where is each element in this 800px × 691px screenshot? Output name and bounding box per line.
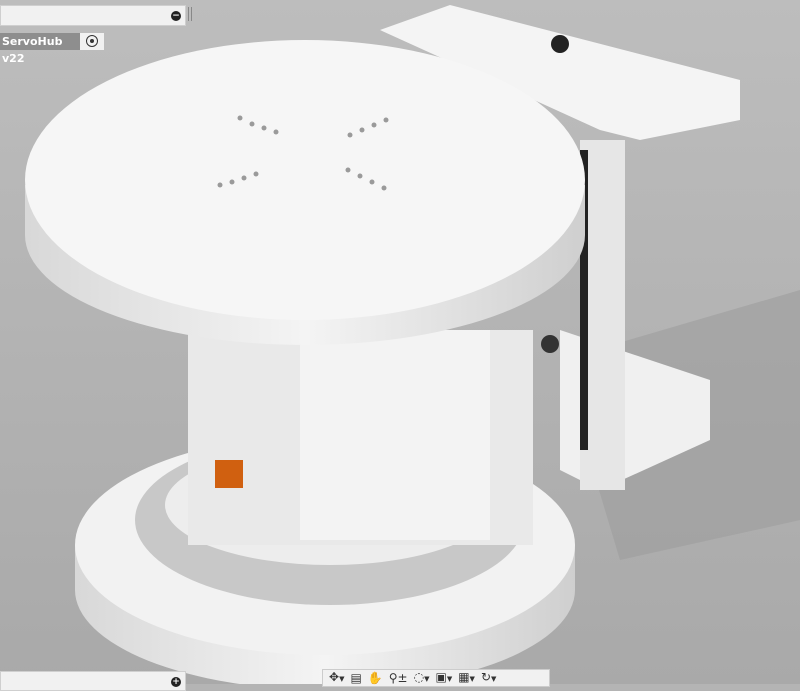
target-icon: [86, 35, 98, 47]
collapse-minus-icon[interactable]: −: [171, 11, 181, 21]
look-at-icon[interactable]: ▤: [350, 671, 361, 685]
pan-icon[interactable]: ✋: [368, 671, 383, 685]
activate-component-button[interactable]: [80, 33, 104, 50]
navigation-toolbar: ✥▼ ▤ ✋ ⚲± ◌▼ ▣▼ ▦▼ ↻▼: [322, 669, 550, 687]
3d-viewport[interactable]: [0, 0, 800, 684]
comments-panel[interactable]: +: [0, 671, 186, 691]
browser-panel[interactable]: −: [0, 5, 186, 26]
expand-plus-icon[interactable]: +: [171, 677, 181, 687]
panel-resize-handle[interactable]: [188, 7, 192, 21]
document-name-label: ServoHub v22: [0, 33, 80, 65]
zoom-icon[interactable]: ⚲±: [389, 671, 408, 685]
